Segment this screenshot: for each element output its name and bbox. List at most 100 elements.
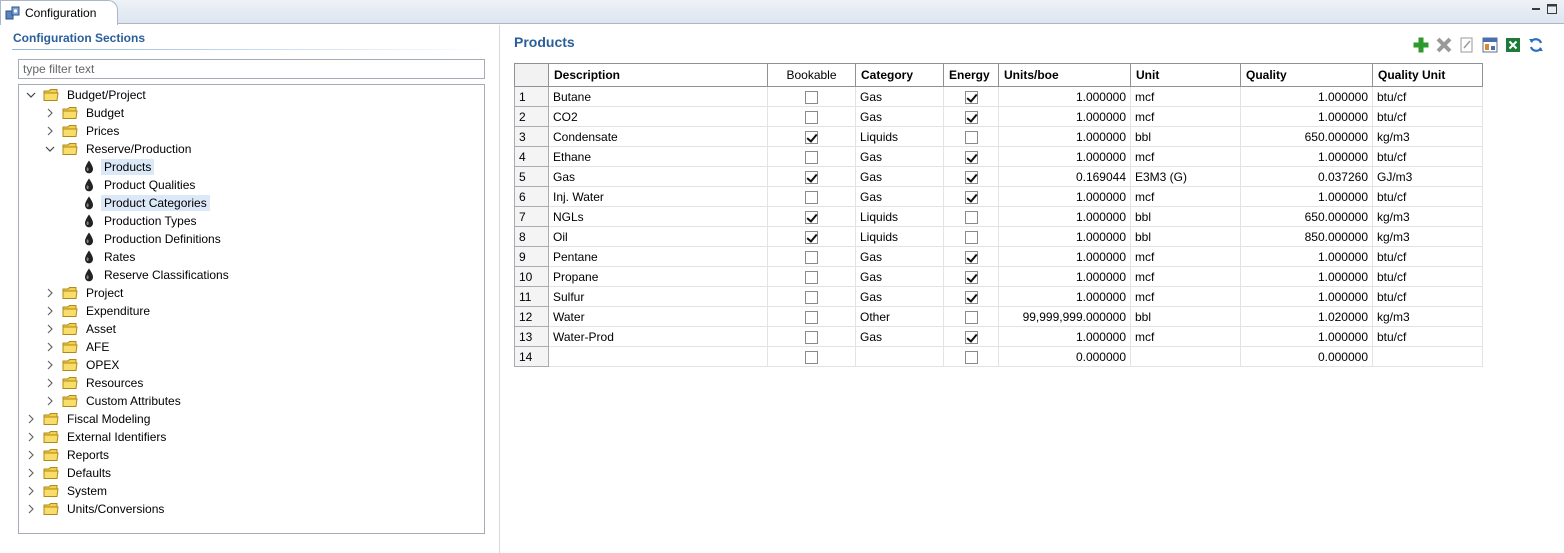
table-row[interactable]: 14 0.000000 0.000000 xyxy=(514,346,1483,367)
chevron-right-icon[interactable] xyxy=(44,305,56,317)
cell-bookable[interactable] xyxy=(767,326,856,347)
cell-units-boe[interactable]: 1.000000 xyxy=(998,246,1131,267)
tab-configuration[interactable]: Configuration xyxy=(0,0,118,25)
tree-item[interactable]: Reserve Classifications xyxy=(63,266,232,284)
cell-quality-unit[interactable]: btu/cf xyxy=(1372,186,1483,207)
table-row[interactable]: 5 Gas Gas 0.169044 E3M3 (G) 0.037260 GJ/m3 xyxy=(514,166,1483,187)
cell-energy[interactable] xyxy=(943,106,999,127)
cell-unit[interactable]: mcf xyxy=(1130,246,1241,267)
cell-quality[interactable]: 1.000000 xyxy=(1240,246,1373,267)
cell-energy[interactable] xyxy=(943,126,999,147)
row-number[interactable]: 2 xyxy=(514,106,549,127)
chevron-right-icon[interactable] xyxy=(44,125,56,137)
add-icon[interactable] xyxy=(1412,36,1430,54)
table-row[interactable]: 11 Sulfur Gas 1.000000 mcf 1.000000 btu/cf xyxy=(514,286,1483,307)
cell-description[interactable]: Propane xyxy=(548,266,768,287)
bookable-checkbox[interactable] xyxy=(805,270,818,284)
cell-unit[interactable]: bbl xyxy=(1130,306,1241,327)
cell-description[interactable]: Water-Prod xyxy=(548,326,768,347)
bookable-checkbox[interactable] xyxy=(805,190,818,204)
cell-quality-unit[interactable] xyxy=(1372,346,1483,367)
cell-description[interactable]: Condensate xyxy=(548,126,768,147)
row-number[interactable]: 9 xyxy=(514,246,549,267)
row-number[interactable]: 4 xyxy=(514,146,549,167)
tree-item[interactable]: Reserve/Production xyxy=(44,140,194,158)
chevron-right-icon[interactable] xyxy=(44,359,56,371)
tree-item[interactable]: System xyxy=(25,482,110,500)
cell-energy[interactable] xyxy=(943,226,999,247)
cell-quality[interactable]: 1.000000 xyxy=(1240,106,1373,127)
tree-item[interactable]: Product Categories xyxy=(63,194,210,212)
cell-bookable[interactable] xyxy=(767,186,856,207)
table-row[interactable]: 6 Inj. Water Gas 1.000000 mcf 1.000000 btu/cf xyxy=(514,186,1483,207)
cell-quality[interactable]: 650.000000 xyxy=(1240,206,1373,227)
energy-checkbox[interactable] xyxy=(964,330,978,344)
tree-item[interactable]: Asset xyxy=(44,320,119,338)
cell-energy[interactable] xyxy=(943,86,999,107)
column-header-category[interactable]: Category xyxy=(855,63,944,87)
cell-unit[interactable]: bbl xyxy=(1130,126,1241,147)
chevron-down-icon[interactable] xyxy=(25,89,37,101)
maximize-icon[interactable] xyxy=(1546,3,1558,15)
cell-quality[interactable]: 1.000000 xyxy=(1240,266,1373,287)
chevron-right-icon[interactable] xyxy=(25,485,37,497)
cell-description[interactable] xyxy=(548,346,768,367)
cell-units-boe[interactable]: 1.000000 xyxy=(998,86,1131,107)
energy-checkbox[interactable] xyxy=(964,190,978,204)
cell-energy[interactable] xyxy=(943,326,999,347)
filter-input[interactable] xyxy=(18,59,485,79)
energy-checkbox[interactable] xyxy=(964,90,978,104)
cell-quality-unit[interactable]: kg/m3 xyxy=(1372,126,1483,147)
cell-unit[interactable]: mcf xyxy=(1130,106,1241,127)
cell-energy[interactable] xyxy=(943,206,999,227)
bookable-checkbox[interactable] xyxy=(805,110,818,124)
cell-bookable[interactable] xyxy=(767,126,856,147)
cell-energy[interactable] xyxy=(943,246,999,267)
cell-description[interactable]: Ethane xyxy=(548,146,768,167)
cell-units-boe[interactable]: 99,999,999.000000 xyxy=(998,306,1131,327)
chevron-right-icon[interactable] xyxy=(44,107,56,119)
row-number[interactable]: 1 xyxy=(514,86,549,107)
cell-quality[interactable]: 0.000000 xyxy=(1240,346,1373,367)
cell-units-boe[interactable]: 1.000000 xyxy=(998,126,1131,147)
tree-item[interactable]: Reports xyxy=(25,446,112,464)
row-number[interactable]: 14 xyxy=(514,346,549,367)
energy-checkbox[interactable] xyxy=(964,230,978,244)
table-row[interactable]: 13 Water-Prod Gas 1.000000 mcf 1.000000 btu/cf xyxy=(514,326,1483,347)
table-row[interactable]: 7 NGLs Liquids 1.000000 bbl 650.000000 kg/m3 xyxy=(514,206,1483,227)
cell-bookable[interactable] xyxy=(767,246,856,267)
column-header-units-boe[interactable]: Units/boe xyxy=(998,63,1131,87)
energy-checkbox[interactable] xyxy=(964,290,978,304)
cell-energy[interactable] xyxy=(943,146,999,167)
cell-unit[interactable]: bbl xyxy=(1130,206,1241,227)
tree-item[interactable]: Products xyxy=(63,158,155,176)
cell-units-boe[interactable]: 1.000000 xyxy=(998,146,1131,167)
chevron-right-icon[interactable] xyxy=(25,449,37,461)
cell-category[interactable]: Gas xyxy=(855,246,944,267)
energy-checkbox[interactable] xyxy=(964,110,978,124)
table-row[interactable]: 12 Water Other 99,999,999.000000 bbl 1.020000… xyxy=(514,306,1483,327)
cell-units-boe[interactable]: 1.000000 xyxy=(998,206,1131,227)
chevron-right-icon[interactable] xyxy=(44,341,56,353)
report-icon[interactable] xyxy=(1481,36,1499,54)
row-number[interactable]: 13 xyxy=(514,326,549,347)
cell-category[interactable]: Gas xyxy=(855,326,944,347)
table-row[interactable]: 4 Ethane Gas 1.000000 mcf 1.000000 btu/cf xyxy=(514,146,1483,167)
cell-quality-unit[interactable]: btu/cf xyxy=(1372,266,1483,287)
row-number[interactable]: 3 xyxy=(514,126,549,147)
bookable-checkbox[interactable] xyxy=(805,330,818,344)
chevron-down-icon[interactable] xyxy=(44,143,56,155)
cell-unit[interactable]: mcf xyxy=(1130,326,1241,347)
cell-bookable[interactable] xyxy=(767,286,856,307)
energy-checkbox[interactable] xyxy=(964,310,978,324)
tree-item[interactable]: Production Definitions xyxy=(63,230,224,248)
tree-item[interactable]: Units/Conversions xyxy=(25,500,167,518)
cell-units-boe[interactable]: 0.169044 xyxy=(998,166,1131,187)
cell-quality[interactable]: 0.037260 xyxy=(1240,166,1373,187)
column-header-unit[interactable]: Unit xyxy=(1130,63,1241,87)
row-number[interactable]: 10 xyxy=(514,266,549,287)
cell-quality-unit[interactable]: kg/m3 xyxy=(1372,306,1483,327)
energy-checkbox[interactable] xyxy=(964,130,978,144)
chevron-right-icon[interactable] xyxy=(25,431,37,443)
column-header-energy[interactable]: Energy xyxy=(943,63,999,87)
